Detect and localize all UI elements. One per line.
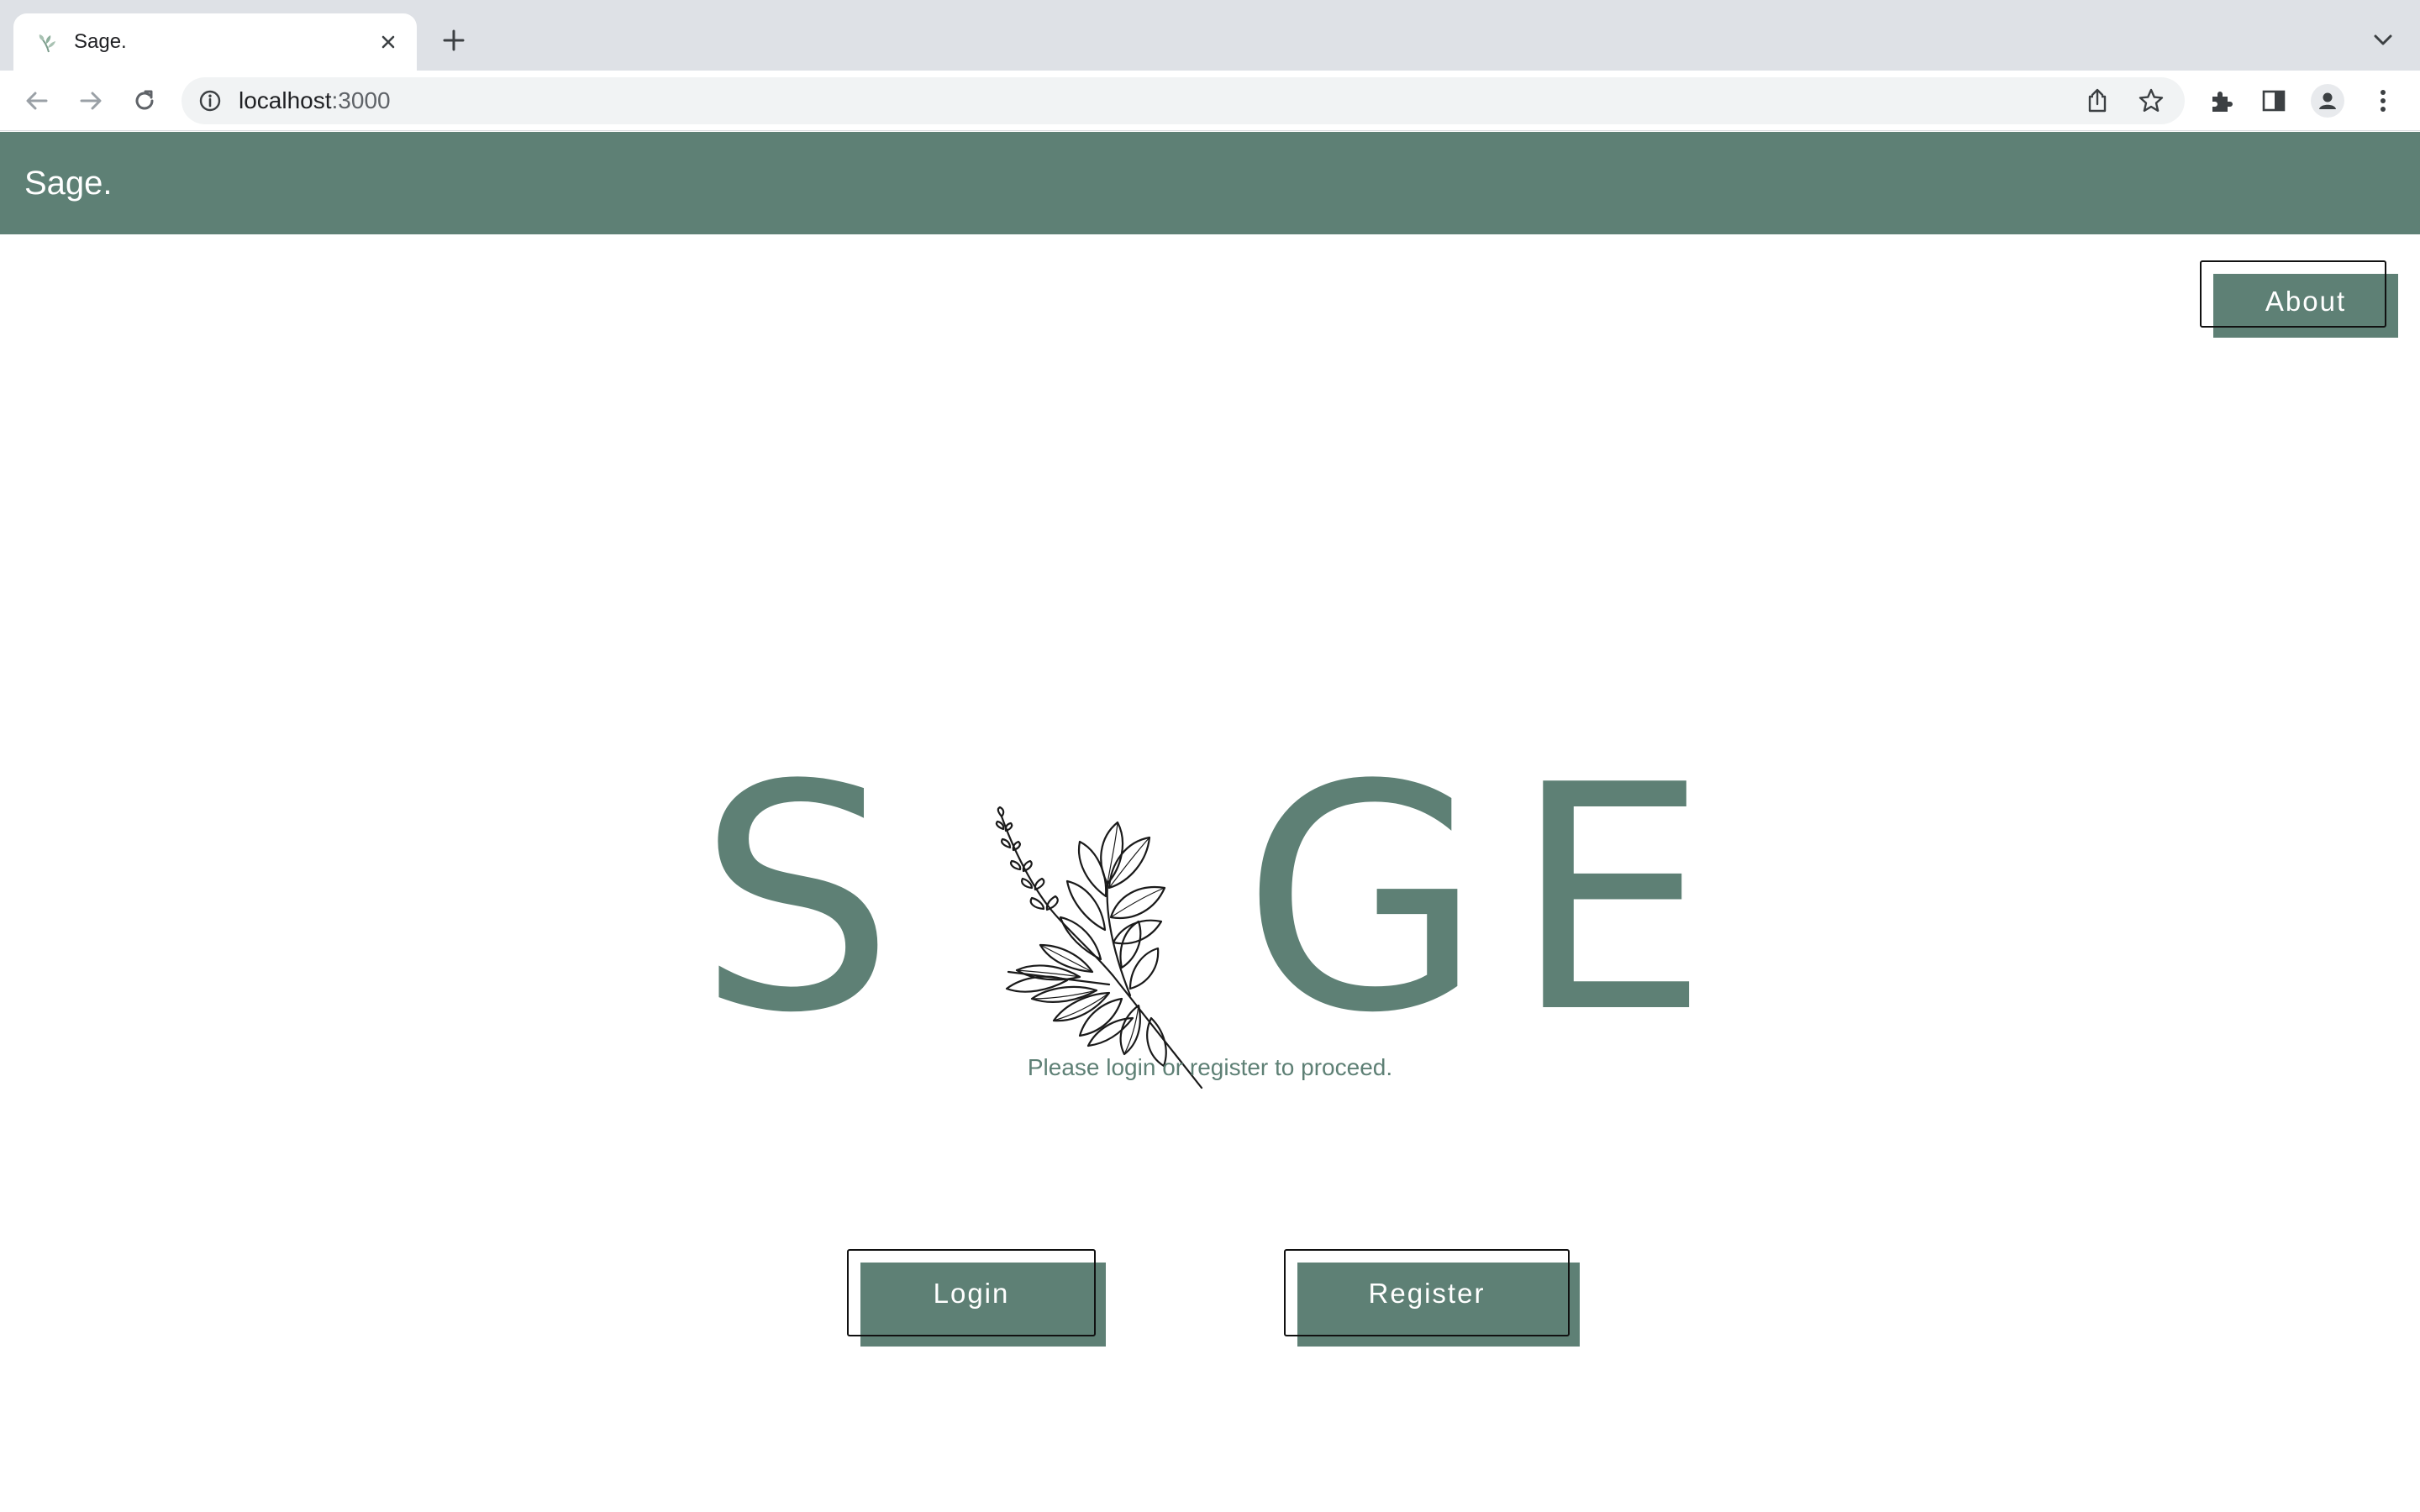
browser-toolbar: localhost:3000 <box>0 71 2420 131</box>
share-icon[interactable] <box>2082 86 2112 116</box>
login-button[interactable]: Login <box>847 1249 1106 1347</box>
url-host: localhost <box>239 87 332 113</box>
forward-arrow-icon[interactable] <box>72 82 109 119</box>
address-bar[interactable]: localhost:3000 <box>182 77 2185 124</box>
chevron-down-icon[interactable] <box>2368 25 2398 55</box>
register-button[interactable]: Register <box>1284 1249 1580 1347</box>
browser-tab[interactable]: Sage. <box>13 13 417 71</box>
info-icon[interactable] <box>197 87 224 114</box>
plus-icon[interactable] <box>437 24 471 57</box>
brand-logo[interactable]: Sage. <box>24 162 113 204</box>
register-button-label: Register <box>1368 1278 1486 1309</box>
browser-tab-bar: Sage. <box>0 0 2420 71</box>
kebab-menu-icon[interactable] <box>2365 82 2402 119</box>
app-header: Sage. <box>0 132 2420 234</box>
side-panel-icon[interactable] <box>2255 82 2292 119</box>
puzzle-icon[interactable] <box>2203 82 2240 119</box>
login-button-label: Login <box>933 1278 1010 1309</box>
tab-title: Sage. <box>74 30 127 53</box>
star-icon[interactable] <box>2136 86 2166 116</box>
sage-leaf-icon <box>35 29 62 55</box>
about-button-label: About <box>2265 286 2347 317</box>
url-text: localhost:3000 <box>239 87 391 114</box>
logo-letter-s: S <box>697 720 895 1081</box>
login-prompt: Please login or register to proceed. <box>1027 1054 1393 1080</box>
reload-icon[interactable] <box>126 82 163 119</box>
sage-logo: S G E <box>697 602 1723 1106</box>
about-button[interactable]: About <box>2200 260 2398 338</box>
logo-letter-g: G <box>1242 720 1483 1081</box>
page-content: Sage. About S G E Please login or regist… <box>0 132 2420 1512</box>
close-icon[interactable] <box>373 27 403 57</box>
logo-letter-e: E <box>1512 720 1709 1081</box>
profile-icon[interactable] <box>2309 82 2346 119</box>
avatar <box>2311 84 2344 118</box>
url-port: :3000 <box>331 87 391 113</box>
back-arrow-icon[interactable] <box>18 82 55 119</box>
